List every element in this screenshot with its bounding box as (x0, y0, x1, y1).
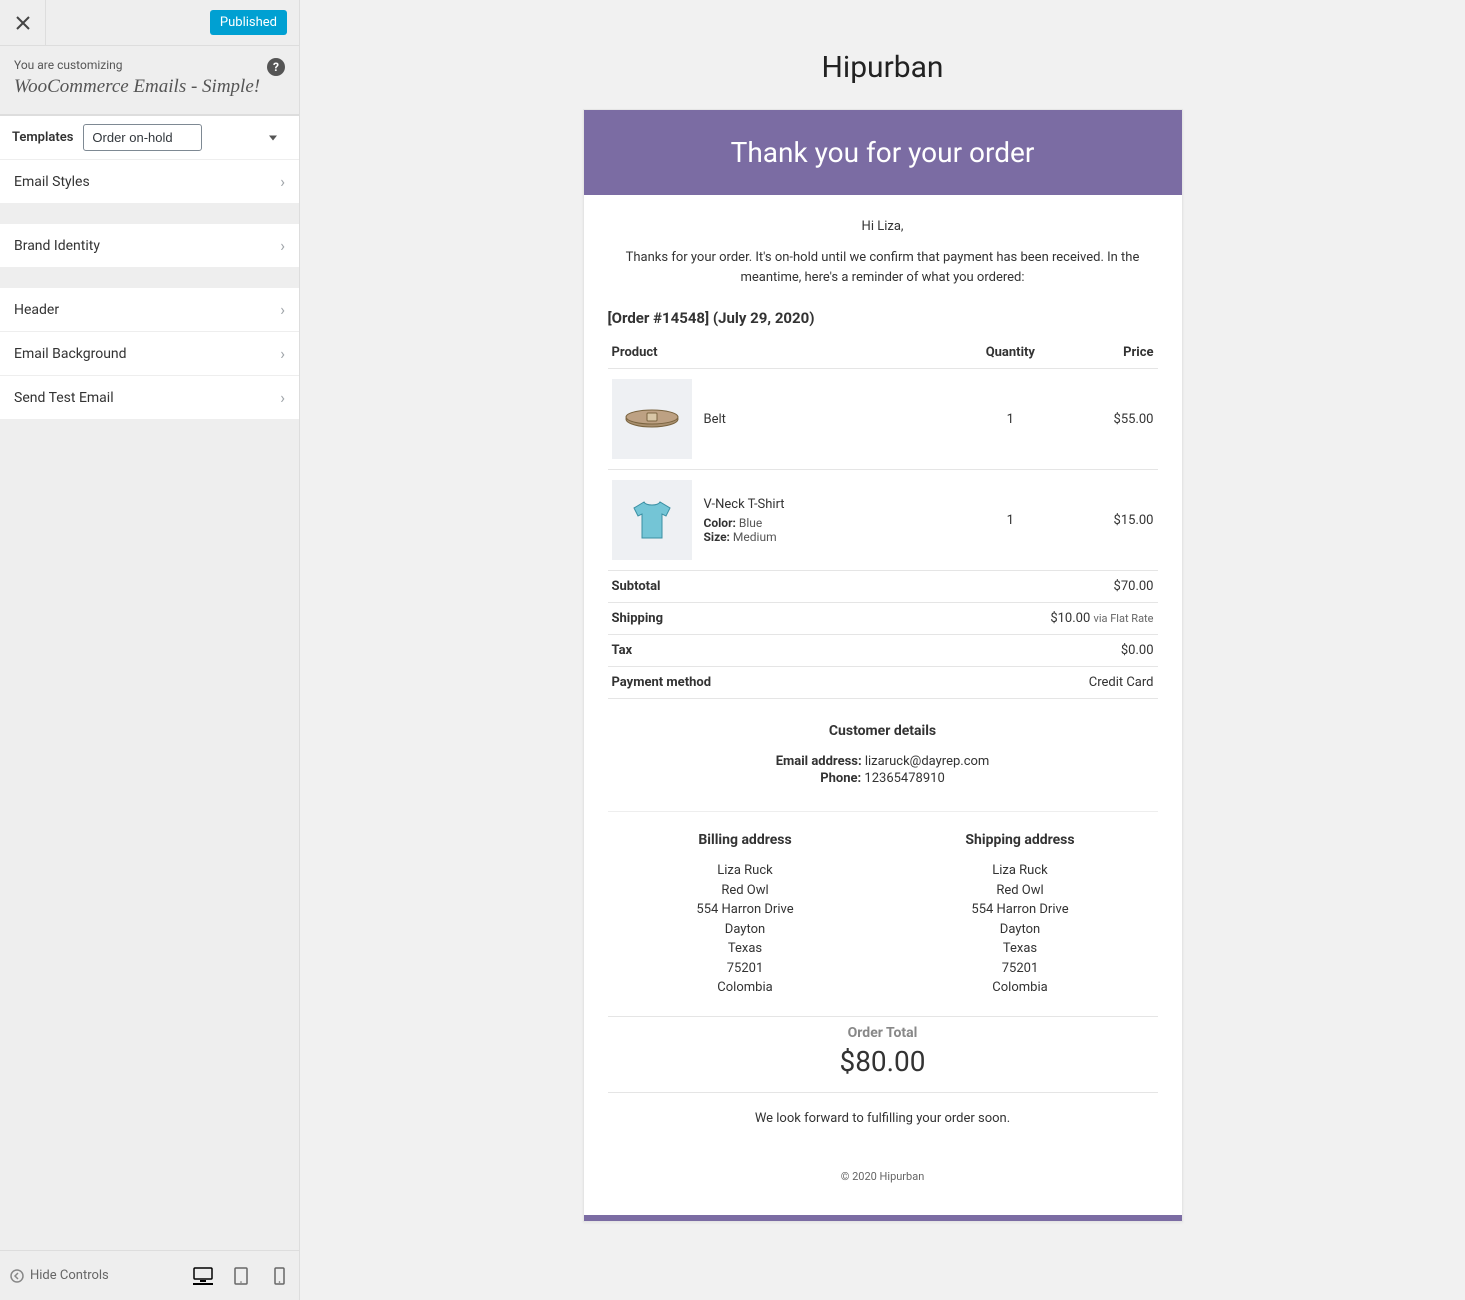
col-price: Price (1065, 337, 1157, 369)
shipping-value: $10.00 via Flat Rate (878, 603, 1158, 635)
email-bottom-accent (584, 1215, 1182, 1221)
subtotal-label: Subtotal (608, 571, 878, 603)
product-name: V-Neck T-Shirt (704, 497, 785, 512)
templates-row: Templates Order on-hold (0, 115, 299, 160)
sidebar-footer: Hide Controls (0, 1250, 299, 1300)
product-image-belt (612, 379, 692, 459)
nav-brand-identity[interactable]: Brand Identity › (0, 223, 299, 268)
product-qty: 1 (955, 369, 1065, 470)
chevron-right-icon: › (280, 344, 285, 363)
items-table: Product Quantity Price (608, 337, 1158, 571)
col-quantity: Quantity (955, 337, 1065, 369)
customizing-label: You are customizing (14, 58, 285, 72)
email-card: Thank you for your order Hi Liza, Thanks… (583, 109, 1183, 1222)
mobile-view-icon[interactable] (269, 1269, 289, 1283)
shipping-address: Shipping address Liza Ruck Red Owl 554 H… (883, 812, 1158, 1016)
subtotal-value: $70.00 (878, 571, 1158, 603)
customizing-heading: You are customizing WooCommerce Emails -… (0, 46, 299, 115)
chevron-right-icon: › (280, 172, 285, 191)
payment-value: Credit Card (878, 667, 1158, 699)
hide-controls-button[interactable]: Hide Controls (10, 1268, 109, 1283)
email-greeting: Hi Liza, (608, 211, 1158, 248)
hide-controls-label: Hide Controls (30, 1268, 109, 1283)
email-intro: Thanks for your order. It's on-hold unti… (608, 248, 1158, 303)
customer-email: Email address: lizaruck@dayrep.com (608, 753, 1158, 770)
preview-pane: Hipurban Thank you for your order Hi Liz… (300, 0, 1465, 1300)
closing-text: We look forward to fulfilling your order… (608, 1092, 1158, 1154)
email-header: Thank you for your order (584, 110, 1182, 195)
totals-table: Subtotal$70.00 Shipping$10.00 via Flat R… (608, 571, 1158, 699)
chevron-right-icon: › (280, 236, 285, 255)
tax-label: Tax (608, 635, 878, 667)
footer-copyright: © 2020 Hipurban (608, 1154, 1158, 1205)
nav-label: Send Test Email (14, 390, 114, 406)
nav-email-background[interactable]: Email Background › (0, 331, 299, 376)
customer-phone: Phone: 12365478910 (608, 770, 1158, 787)
nav-label: Brand Identity (14, 238, 100, 254)
order-total-value: $80.00 (608, 1041, 1158, 1092)
customizing-title: WooCommerce Emails - Simple! (14, 76, 285, 98)
product-price: $55.00 (1065, 369, 1157, 470)
chevron-right-icon: › (280, 388, 285, 407)
nav-label: Email Styles (14, 174, 90, 190)
close-button[interactable] (0, 0, 46, 46)
addresses: Billing address Liza Ruck Red Owl 554 Ha… (608, 811, 1158, 1016)
nav-label: Header (14, 302, 59, 318)
chevron-left-icon (10, 1269, 24, 1283)
order-total-label: Order Total (608, 1017, 1158, 1041)
chevron-right-icon: › (280, 300, 285, 319)
templates-label: Templates (12, 130, 73, 145)
product-meta: Color: Blue Size: Medium (704, 516, 785, 544)
product-qty: 1 (955, 470, 1065, 571)
nav-email-styles[interactable]: Email Styles › (0, 159, 299, 204)
templates-select[interactable]: Order on-hold (83, 124, 202, 151)
order-heading: [Order #14548] (July 29, 2020) (608, 303, 1158, 337)
published-badge[interactable]: Published (210, 10, 287, 35)
brand-name: Hipurban (383, 10, 1383, 109)
nav-header[interactable]: Header › (0, 287, 299, 332)
product-name: Belt (704, 412, 726, 427)
payment-label: Payment method (608, 667, 878, 699)
nav-label: Email Background (14, 346, 127, 362)
shipping-label: Shipping (608, 603, 878, 635)
tablet-view-icon[interactable] (231, 1269, 251, 1283)
customer-details-heading: Customer details (608, 699, 1158, 753)
help-icon[interactable]: ? (267, 58, 285, 76)
product-image-tshirt (612, 480, 692, 560)
nav-send-test-email[interactable]: Send Test Email › (0, 375, 299, 420)
table-row: V-Neck T-Shirt Color: Blue Size: Medium … (608, 470, 1158, 571)
billing-address: Billing address Liza Ruck Red Owl 554 Ha… (608, 812, 883, 1016)
table-row: Belt 1 $55.00 (608, 369, 1158, 470)
desktop-view-icon[interactable] (193, 1271, 213, 1285)
tax-value: $0.00 (878, 635, 1158, 667)
sidebar-top-bar: Published (0, 0, 299, 46)
col-product: Product (608, 337, 956, 369)
product-price: $15.00 (1065, 470, 1157, 571)
close-icon (16, 16, 30, 30)
customizer-sidebar: Published You are customizing WooCommerc… (0, 0, 300, 1300)
